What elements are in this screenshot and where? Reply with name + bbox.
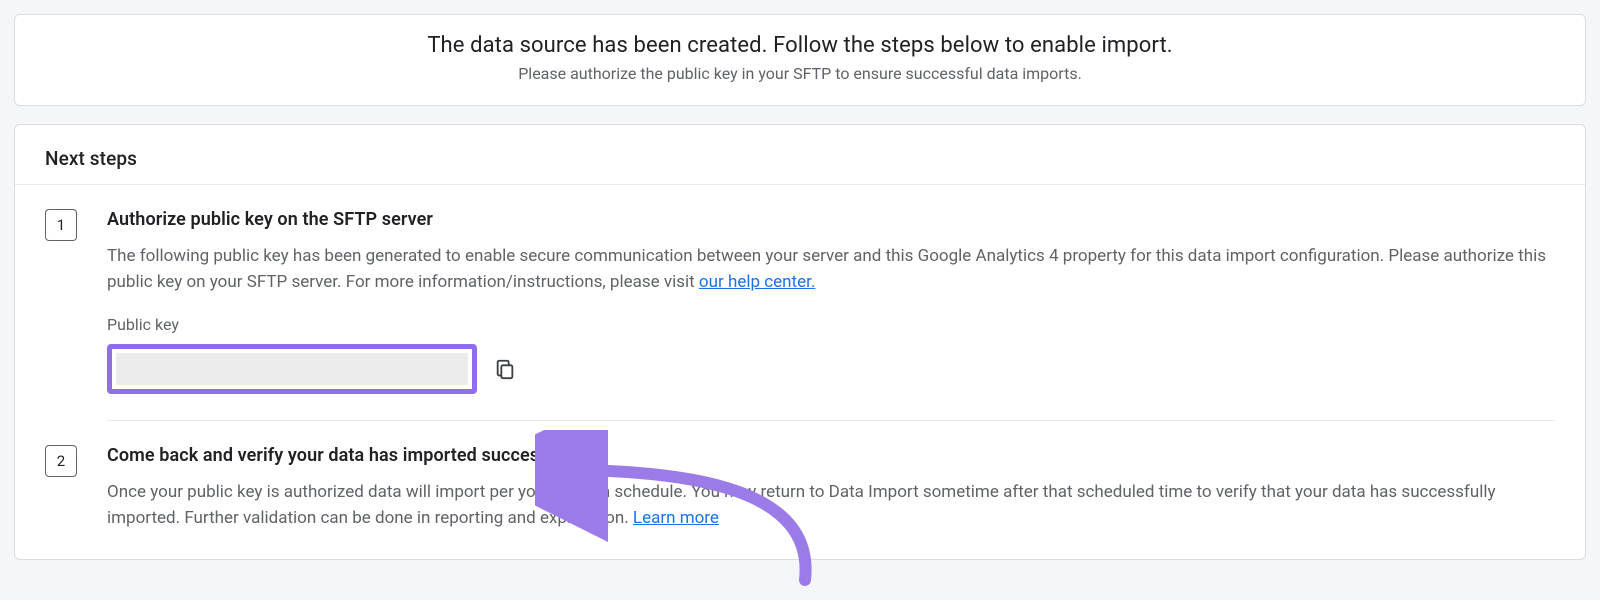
creation-banner: The data source has been created. Follow… xyxy=(14,14,1586,106)
copy-icon xyxy=(494,358,516,380)
public-key-highlight-box xyxy=(107,344,477,394)
step-2-title: Come back and verify your data has impor… xyxy=(107,445,1555,466)
divider xyxy=(107,420,1555,421)
step-2-body: Come back and verify your data has impor… xyxy=(107,445,1555,531)
next-steps-header: Next steps xyxy=(15,125,1585,184)
next-steps-title: Next steps xyxy=(45,147,1555,170)
step-2-description: Once your public key is authorized data … xyxy=(107,480,1555,531)
public-key-field[interactable] xyxy=(116,353,468,385)
public-key-label: Public key xyxy=(107,315,1555,334)
step-2-desc-text: Once your public key is authorized data … xyxy=(107,482,1496,528)
step-number-badge: 1 xyxy=(45,209,77,241)
step-number-badge: 2 xyxy=(45,445,77,477)
step-1-desc-text: The following public key has been genera… xyxy=(107,246,1546,292)
step-1: 1 Authorize public key on the SFTP serve… xyxy=(15,185,1585,421)
banner-title: The data source has been created. Follow… xyxy=(35,33,1565,58)
step-1-description: The following public key has been genera… xyxy=(107,244,1555,295)
public-key-row xyxy=(107,344,1555,394)
next-steps-card: Next steps 1 Authorize public key on the… xyxy=(14,124,1586,560)
learn-more-link[interactable]: Learn more xyxy=(633,508,719,528)
step-1-title: Authorize public key on the SFTP server xyxy=(107,209,1555,230)
help-center-link[interactable]: our help center. xyxy=(699,272,815,292)
banner-subtitle: Please authorize the public key in your … xyxy=(35,64,1565,83)
step-1-body: Authorize public key on the SFTP server … xyxy=(107,209,1555,421)
step-2: 2 Come back and verify your data has imp… xyxy=(15,421,1585,559)
copy-public-key-button[interactable] xyxy=(491,355,519,383)
